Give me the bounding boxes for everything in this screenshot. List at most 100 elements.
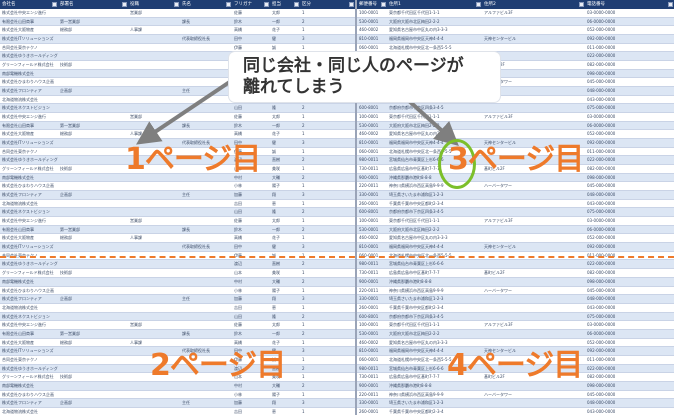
table-cell (58, 182, 128, 190)
table-cell: 810-0001 (359, 36, 379, 42)
right-header-label: 住所2 (484, 2, 496, 7)
table-cell: 03-0000-0000 (587, 322, 616, 328)
table-cell: 075-000-0000 (587, 105, 616, 111)
table-cell: 1 (302, 356, 305, 362)
left-header-label: 部署名 (60, 2, 74, 7)
right-header-label: 郵便番号 (359, 2, 377, 7)
table-cell: 900-0001 (359, 382, 379, 388)
table-cell: 課長 (182, 226, 190, 232)
filter-dropdown-icon[interactable] (579, 2, 584, 7)
table-cell: 043-000-0000 (587, 200, 616, 206)
filter-dropdown-icon[interactable] (476, 2, 481, 7)
right-header-cell[interactable]: 電話番号 (585, 0, 674, 9)
table-cell: 900-0001 (359, 278, 379, 284)
filter-dropdown-icon[interactable] (226, 2, 231, 7)
table-cell: 有限会社山田商事 (2, 330, 34, 336)
table-cell: 北海道物流株式会社 (2, 304, 38, 310)
table-row: 460-0002 愛知県名古屋市中区丸の内3-3-3 052-000-0000 (357, 339, 674, 348)
table-cell: 営業部 (130, 10, 142, 15)
table-cell: アルファビル3F (484, 10, 513, 15)
table-cell (180, 234, 232, 242)
left-header-cell[interactable]: 会社名 (0, 0, 58, 9)
table-cell (128, 391, 180, 399)
table-row: 260-0001 千葉県千葉市中央区都町2-3-4 043-000-0000 (357, 408, 674, 415)
table-row: 220-0011 神奈川県横浜市西区高島9-9-9 ハーバータワー 045-000-0… (357, 391, 674, 400)
table-cell: 1 (302, 218, 305, 224)
table-cell: 048-000-0000 (587, 296, 616, 302)
table-cell: 2 (302, 157, 305, 163)
table-cell: 主任 (182, 400, 190, 406)
table-cell: 北海道物流株式会社 (2, 200, 38, 206)
table-cell: 企画部 (60, 192, 72, 198)
filter-dropdown-icon[interactable] (294, 2, 299, 7)
table-row: 株式会社ひまわりハウス企画 小林 陽子 1 (0, 182, 355, 192)
table-row: 900-0001 沖縄県那覇市港町8-8-8 098-000-0000 (357, 277, 674, 287)
table-cell: 600-8001 (359, 209, 379, 215)
table-cell: 基町ビル2F (484, 270, 505, 276)
left-header-cell[interactable]: フリガナ (232, 0, 270, 9)
table-cell (58, 174, 128, 182)
table-cell (58, 200, 128, 208)
table-cell: 730-0011 (359, 166, 379, 172)
table-cell: アルファビル3F (484, 114, 513, 120)
right-header-cell[interactable]: 郵便番号 (357, 0, 387, 9)
filter-dropdown-icon[interactable] (174, 2, 179, 7)
table-cell: 翔 (272, 400, 276, 406)
right-header-cell[interactable]: 住所1 (387, 0, 482, 9)
table-row: 株式会社ITソリューションズ 代表取締役社長 田中 健 3 (0, 35, 355, 44)
left-header-cell[interactable]: 氏名 (180, 0, 232, 9)
filter-dropdown-icon[interactable] (668, 2, 673, 7)
table-cell: 011-000-0000 (587, 148, 616, 154)
table-cell: 健 (272, 140, 276, 146)
table-cell: 1 (302, 391, 305, 397)
table-cell: 1 (302, 148, 305, 154)
table-cell: 健 (272, 36, 276, 42)
table-cell: 2 (302, 313, 305, 319)
table-cell: 太郎 (272, 322, 280, 328)
right-header-label: 住所1 (389, 2, 401, 7)
table-row: 株式会社フロンティア 企画部 主任 加藤 翔 3 (0, 191, 355, 200)
filter-dropdown-icon[interactable] (52, 2, 57, 7)
table-cell: 吉田 (234, 200, 242, 206)
left-header-label: 担当 (272, 2, 281, 7)
table-cell: 330-0001 (359, 296, 379, 302)
table-cell (128, 78, 180, 86)
left-header-cell[interactable]: 区分 (300, 0, 355, 9)
table-cell: 加藤 (234, 296, 242, 302)
table-cell (482, 399, 585, 407)
table-cell: 098-000-0000 (587, 70, 616, 76)
left-header-label: 役職 (130, 2, 139, 7)
table-cell: 恵 (272, 200, 276, 206)
filter-dropdown-icon[interactable] (264, 2, 269, 7)
table-cell: 03-0000-0000 (587, 218, 616, 224)
page-break-line (0, 256, 674, 258)
table-cell: 098-000-0000 (587, 382, 616, 388)
table-cell (128, 226, 180, 234)
filter-dropdown-icon[interactable] (381, 2, 386, 7)
table-cell: 花子 (272, 339, 280, 345)
left-header-cell[interactable]: 役職 (128, 0, 180, 9)
table-cell: 260-0001 (359, 408, 379, 414)
left-header-cell[interactable]: 担当 (270, 0, 300, 9)
right-header-cell[interactable]: 住所2 (482, 0, 585, 9)
table-cell: 600-8001 (359, 105, 379, 111)
table-cell: 花子 (272, 27, 280, 33)
table-cell: 株式会社ネクストビジョン (2, 209, 50, 215)
left-header-cell[interactable]: 部署名 (58, 0, 128, 9)
table-cell: 1 (302, 322, 305, 328)
table-cell: 技術部 (60, 166, 72, 172)
filter-dropdown-icon[interactable] (122, 2, 127, 7)
table-cell (482, 18, 585, 26)
table-cell: グリーンフィールド株式会社 (2, 62, 54, 68)
table-cell (128, 295, 180, 303)
table-cell: 小林 (234, 287, 242, 293)
table-cell: 直樹 (272, 157, 280, 163)
table-row: 330-0001 埼玉県さいたま市浦和区1-2-3 048-000-0000 (357, 399, 674, 408)
table-cell: 2 (302, 365, 305, 371)
filter-dropdown-icon[interactable] (349, 2, 354, 7)
table-cell: 260-0001 (359, 304, 379, 310)
table-cell (482, 295, 585, 303)
table-cell: 460-0002 (359, 235, 379, 241)
table-cell: 営業部 (130, 322, 142, 328)
table-cell: 誠 (272, 44, 276, 50)
